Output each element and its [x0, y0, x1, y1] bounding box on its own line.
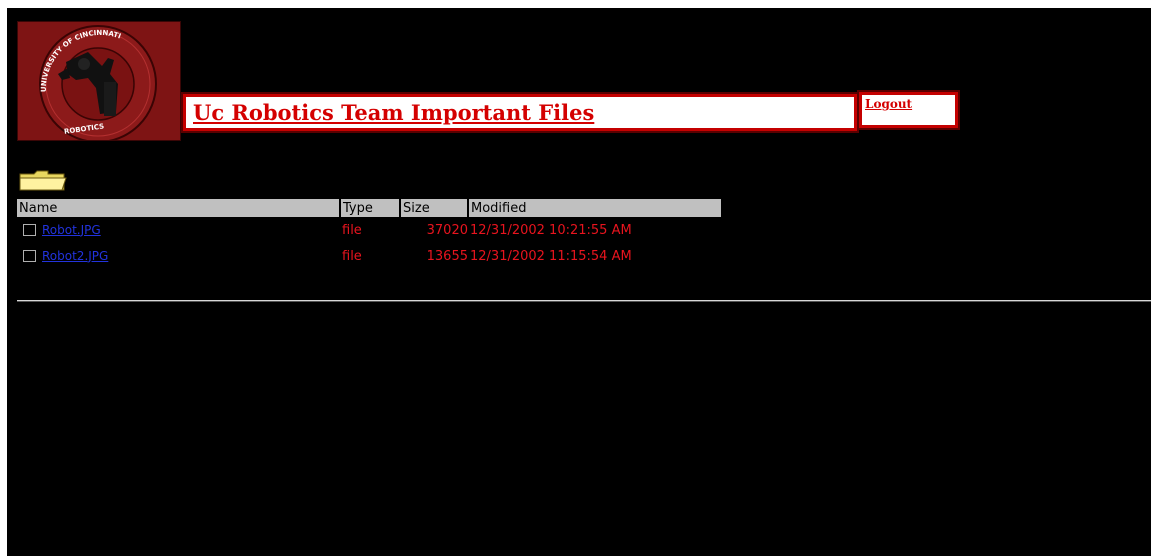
table-row: Robot.JPG file 37020 12/31/2002 10:21:55… [17, 217, 721, 243]
file-type-cell: file [342, 248, 362, 264]
logout-box: Logout [859, 92, 958, 128]
column-header-name[interactable]: Name [17, 199, 341, 217]
logout-link[interactable]: Logout [865, 97, 912, 111]
table-row: Robot2.JPG file 13655 12/31/2002 11:15:5… [17, 243, 721, 269]
file-modified-cell: 12/31/2002 10:21:55 AM [470, 222, 632, 238]
file-size-cell: 37020 [426, 222, 468, 238]
column-header-size[interactable]: Size [400, 199, 469, 217]
file-type-cell: file [342, 222, 362, 238]
page-background: UNIVERSITY OF CINCINNATI ROBOTICS Uc Rob… [7, 8, 1151, 556]
robotics-seal-icon: UNIVERSITY OF CINCINNATI ROBOTICS [18, 22, 180, 140]
file-table-header: Name Type Size Modified [17, 199, 721, 217]
title-banner: Uc Robotics Team Important Files [183, 94, 857, 131]
file-modified-cell: 12/31/2002 11:15:54 AM [470, 248, 632, 264]
file-link[interactable]: Robot.JPG [42, 223, 101, 237]
checkbox-icon[interactable] [23, 224, 36, 236]
horizontal-divider [17, 300, 1151, 302]
file-link[interactable]: Robot2.JPG [42, 249, 108, 263]
file-table: Name Type Size Modified Robot.JPG file 3… [17, 199, 721, 269]
folder-icon[interactable] [18, 168, 68, 192]
uc-robotics-logo: UNIVERSITY OF CINCINNATI ROBOTICS [17, 21, 181, 141]
checkbox-icon[interactable] [23, 250, 36, 262]
column-header-type[interactable]: Type [340, 199, 401, 217]
page-title-link[interactable]: Uc Robotics Team Important Files [193, 100, 594, 125]
file-name-cell: Robot.JPG [17, 217, 340, 243]
file-size-cell: 13655 [426, 248, 468, 264]
file-name-cell: Robot2.JPG [17, 243, 340, 269]
column-header-modified[interactable]: Modified [468, 199, 721, 217]
